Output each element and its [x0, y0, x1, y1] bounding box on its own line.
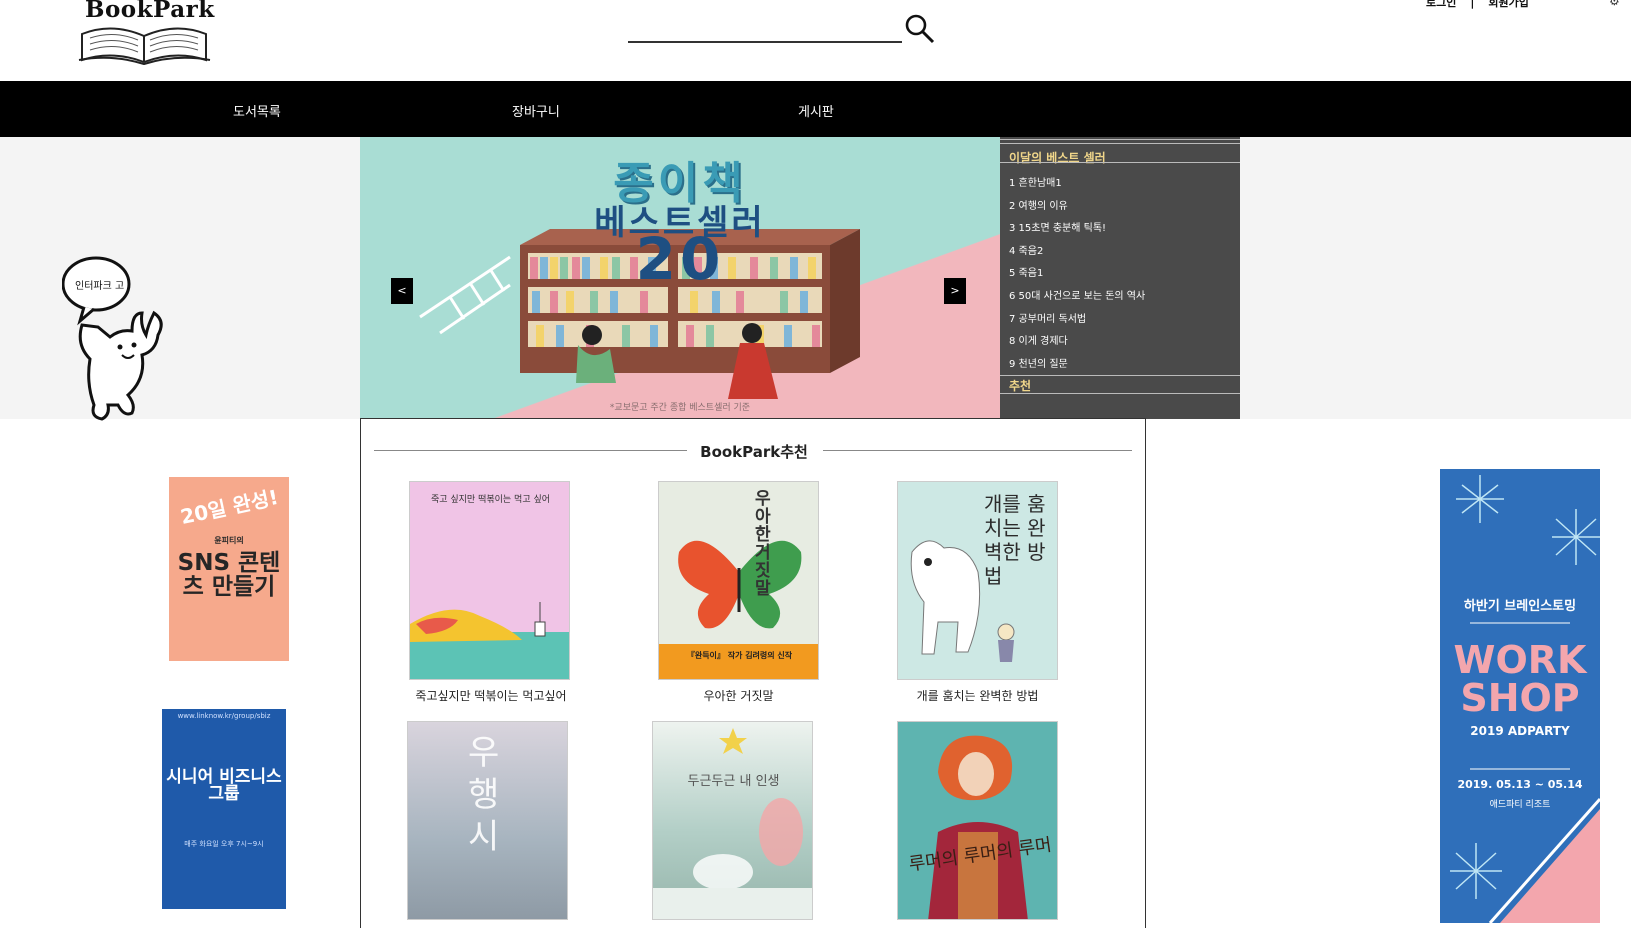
book-cover-band: 『완득이』 작가 김려령의 신작 — [686, 651, 793, 660]
bestseller-item[interactable]: 8 이게 경제다 — [1009, 331, 1145, 354]
section-divider — [823, 450, 1132, 451]
book-cover-image[interactable]: 루머의 루머의 루머 — [897, 721, 1058, 920]
ad-sns-line3: SNS 콘텐츠 만들기 — [177, 550, 281, 600]
open-book-icon — [78, 27, 211, 66]
book-cover-illustration — [410, 602, 569, 679]
ad-workshop[interactable]: 하반기 브레인스토밍 WORK SHOP 2019 ADPARTY 2019. … — [1440, 469, 1600, 923]
woman-illustration — [928, 735, 1028, 919]
nav-item-cart[interactable]: 장바구니 — [512, 101, 560, 120]
panel-divider — [1000, 139, 1240, 140]
ad-senior-subtitle: 매주 화요일 오후 7시~9시 — [184, 840, 264, 848]
book-cover-image[interactable]: 우아한 거짓말 『완득이』 작가 김려령의 신작 — [658, 481, 819, 680]
book-cover-title: 개를 훔치는 완벽한 방법 — [984, 492, 1046, 588]
ad-workshop-dates: 2019. 05.13 ~ 05.14 — [1457, 778, 1583, 791]
bestseller-title: 이달의 베스트 셀러 — [1009, 151, 1106, 165]
recommend-section-title: BookPark추천 — [700, 443, 808, 461]
bestseller-item[interactable]: 4 죽음2 — [1009, 241, 1145, 264]
book-cover-image[interactable]: 우행시 — [407, 721, 568, 920]
ad-sns-line1: 20일 완성! — [178, 484, 281, 530]
search-bar — [628, 10, 938, 46]
bestseller-panel: 이달의 베스트 셀러 1 흔한남매1 2 여행의 이유 3 15초면 충분해 틱… — [1000, 137, 1240, 419]
signup-link[interactable]: 회원가입 — [1488, 0, 1528, 10]
nav-item-book-list[interactable]: 도서목록 — [233, 101, 281, 120]
ad-workshop-line1: 하반기 브레인스토밍 — [1463, 599, 1577, 614]
ad-senior-title: 시니어 비즈니스 그룹 — [166, 767, 282, 804]
recommend-heading[interactable]: 추천 — [1009, 377, 1031, 394]
panel-divider — [1000, 162, 1240, 163]
ad-senior-business[interactable]: www.linknow.kr/group/sbiz 시니어 비즈니스 그룹 매주… — [162, 709, 286, 909]
menu-separator: | — [1470, 0, 1475, 9]
book-cover-image[interactable]: 두근두근 내 인생 — [652, 721, 813, 920]
ad-workshop-venue: 애드파티 리조트 — [1489, 800, 1551, 810]
speech-bubble-text: 인터파크 고 — [75, 281, 125, 292]
ad-sns-line2: 윤피티의 — [214, 536, 244, 545]
book-cover-image[interactable]: 죽고 싶지만 떡볶이는 먹고 싶어 — [409, 481, 570, 680]
bestseller-item[interactable]: 1 흔한남매1 — [1009, 173, 1145, 196]
ad-sns-book[interactable]: 20일 완성! 윤피티의 SNS 콘텐츠 만들기 — [169, 477, 289, 661]
user-menu: 로그인 | 회원가입 — [1426, 0, 1529, 10]
carousel-next-button[interactable]: > — [944, 278, 966, 304]
search-icon[interactable] — [904, 13, 936, 45]
carousel-prev-button[interactable]: < — [391, 278, 413, 304]
site-logo[interactable]: BookPark — [78, 0, 214, 66]
ad-senior-url: www.linknow.kr/group/sbiz — [177, 712, 271, 720]
nav-item-board[interactable]: 게시판 — [798, 101, 834, 120]
search-input[interactable] — [628, 16, 900, 40]
banner-title-line3: 20 — [635, 225, 725, 293]
bestseller-item[interactable]: 3 15초면 충분해 틱톡! — [1009, 218, 1145, 241]
header: BookPark 로그인 | 회원가입 ⚙ — [0, 0, 1631, 81]
book-caption[interactable]: 우아한 거짓말 — [658, 687, 819, 704]
bestseller-item[interactable]: 5 죽음1 — [1009, 263, 1145, 286]
panel-divider — [1000, 143, 1240, 144]
bestseller-item[interactable]: 7 공부머리 독서법 — [1009, 309, 1145, 332]
ad-workshop-line2: WORK SHOP — [1453, 638, 1587, 720]
bestseller-list: 1 흔한남매1 2 여행의 이유 3 15초면 충분해 틱톡! 4 죽음2 5 … — [1009, 173, 1145, 376]
book-cover-image[interactable]: 개를 훔치는 완벽한 방법 — [897, 481, 1058, 680]
bestseller-item[interactable]: 6 50대 사건으로 보는 돈의 역사 — [1009, 286, 1145, 309]
ad-workshop-line3: 2019 ADPARTY — [1470, 724, 1570, 738]
search-underline — [628, 41, 902, 43]
bestseller-banner[interactable]: 종이책 베스트셀러 20 *교보문고 주간 종합 베스트셀러 기준 — [360, 137, 1000, 419]
main-nav: 도서목록 장바구니 게시판 — [0, 81, 1631, 137]
panel-divider — [1000, 393, 1240, 394]
panel-divider — [1000, 375, 1240, 376]
bookpark-recommend-section: BookPark추천 죽고 싶지만 떡볶이는 먹고 싶어 죽고싶지만 떡볶이는 … — [360, 418, 1146, 928]
book-caption[interactable]: 개를 훔치는 완벽한 방법 — [887, 687, 1068, 704]
bestseller-item[interactable]: 9 천년의 질문 — [1009, 354, 1145, 377]
bestseller-item[interactable]: 2 여행의 이유 — [1009, 196, 1145, 219]
login-link[interactable]: 로그인 — [1426, 0, 1456, 10]
gear-icon[interactable]: ⚙ — [1609, 0, 1620, 8]
banner-footnote: *교보문고 주간 종합 베스트셀러 기준 — [609, 403, 751, 413]
book-caption[interactable]: 죽고싶지만 떡볶이는 먹고싶어 — [401, 687, 581, 704]
balloon-illustration — [653, 728, 812, 919]
book-cover-title: 우아한 거짓말 — [755, 489, 771, 599]
book-cover-title: 우행시 — [468, 733, 500, 857]
